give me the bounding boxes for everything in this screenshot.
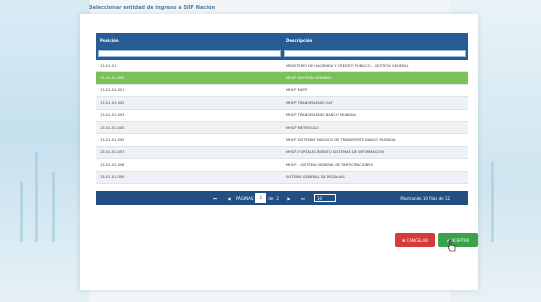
hand-cursor-icon	[448, 240, 456, 252]
entity-table: Posición Descripción 13-01-01 MINISTERIO …	[96, 33, 468, 184]
accept-button[interactable]: ✔ ACEPTAR	[438, 233, 478, 247]
table-row[interactable]: 13-01-01-000 MHCP GESTION GENERAL	[96, 72, 468, 85]
decorative-bar	[20, 182, 23, 242]
position-cell: 13-01-01-009	[100, 175, 125, 180]
table-row[interactable]: 13-01-01 MINISTERIO DE HACIENDA Y CRÉDITO…	[96, 60, 468, 73]
description-cell: MHCP GESTION GENERAL	[286, 76, 332, 81]
position-cell: 13-01-01-001	[100, 88, 125, 93]
decorative-bar	[491, 162, 494, 242]
table-row[interactable]: 13-01-01-007 MHCP–FORTALECIMIENTO SISTEMA…	[96, 146, 468, 160]
position-cell: 13-01-01-005	[100, 138, 125, 143]
table-header: Posición Descripción	[96, 33, 468, 47]
description-cell: MHCP – SISTEMA GENERAL DE PARTICIPACIONE…	[286, 162, 373, 167]
table-row[interactable]: 13-01-01-008 MHCP – SISTEMA GENERAL DE PA…	[96, 159, 468, 172]
cancel-button[interactable]: ✖ CANCELAR	[395, 233, 435, 247]
position-cell: 13-01-01-003	[100, 113, 125, 118]
position-filter-input[interactable]	[98, 50, 281, 57]
description-cell: MINISTERIO DE HACIENDA Y CRÉDITO PÚBLICO…	[286, 63, 409, 68]
page-size-select[interactable]: 10	[313, 194, 336, 202]
description-cell: MHCP TRANSMILENIO CAF	[286, 100, 333, 105]
table-row[interactable]: 13-01-01-003 MHCP TRANSMILENIO BANCO MUND…	[96, 110, 468, 122]
description-cell: MHCP MATP	[286, 88, 308, 93]
table-row[interactable]: 13-01-01-001 MHCP MATP	[96, 85, 468, 98]
description-cell: MHCP METROCALI	[286, 125, 319, 130]
pages-label: PÁGINAS	[236, 195, 254, 201]
table-body: 13-01-01 MINISTERIO DE HACIENDA Y CRÉDITO…	[96, 60, 468, 184]
table-row[interactable]: 13-01-01-002 MHCP TRANSMILENIO CAF	[96, 97, 468, 110]
table-row[interactable]: 13-01-01-005 MHCP SISTEMAS MASIVOS DE TRA…	[96, 134, 468, 147]
rows-info: Mostrando 10 filas de 12	[400, 195, 450, 201]
prev-page-button[interactable]: ◀	[222, 196, 236, 201]
description-filter-input[interactable]	[284, 50, 466, 57]
position-cell: 13-01-01-007	[100, 150, 125, 155]
pagination-bar: ⏮ ◀ PÁGINAS 1 de 2 ▶ ⏭ 10 Mostrando 10 f…	[96, 191, 468, 205]
first-page-button[interactable]: ⏮	[208, 196, 222, 201]
position-cell: 13-01-01-008	[100, 162, 125, 167]
current-page-input[interactable]: 1	[255, 193, 267, 203]
description-cell: MHCP TRANSMILENIO BANCO MUNDIAL	[286, 113, 357, 118]
filter-row	[96, 47, 468, 60]
table-row[interactable]: 13-01-01-009 SISTEMA GENERAL DE REGALIAS	[96, 171, 468, 184]
modal-title: Seleccionar entidad de ingreso a SIIF Na…	[89, 5, 216, 11]
description-cell: MHCP–FORTALECIMIENTO SISTEMAS DE INFORMA…	[286, 150, 384, 155]
position-cell: 13-01-01-002	[100, 100, 125, 105]
background-left	[0, 0, 90, 302]
position-cell: 13-01-01-004	[100, 125, 125, 130]
total-pages: 2	[276, 195, 279, 201]
description-cell: SISTEMA GENERAL DE REGALIAS	[286, 175, 345, 180]
position-cell: 13-01-01-000	[100, 76, 125, 81]
table-row[interactable]: 13-01-01-004 MHCP METROCALI	[96, 121, 468, 135]
description-cell: MHCP SISTEMAS MASIVOS DE TRANSPORTE BANC…	[286, 138, 397, 143]
last-page-button[interactable]: ⏭	[296, 196, 310, 201]
of-label: de	[268, 195, 274, 201]
position-cell: 13-01-01	[100, 63, 117, 68]
next-page-button[interactable]: ▶	[282, 196, 296, 201]
column-header-description[interactable]: Descripción	[282, 38, 468, 43]
decorative-bar	[35, 152, 38, 242]
column-header-position[interactable]: Posición	[96, 38, 282, 43]
decorative-bar	[52, 172, 55, 242]
